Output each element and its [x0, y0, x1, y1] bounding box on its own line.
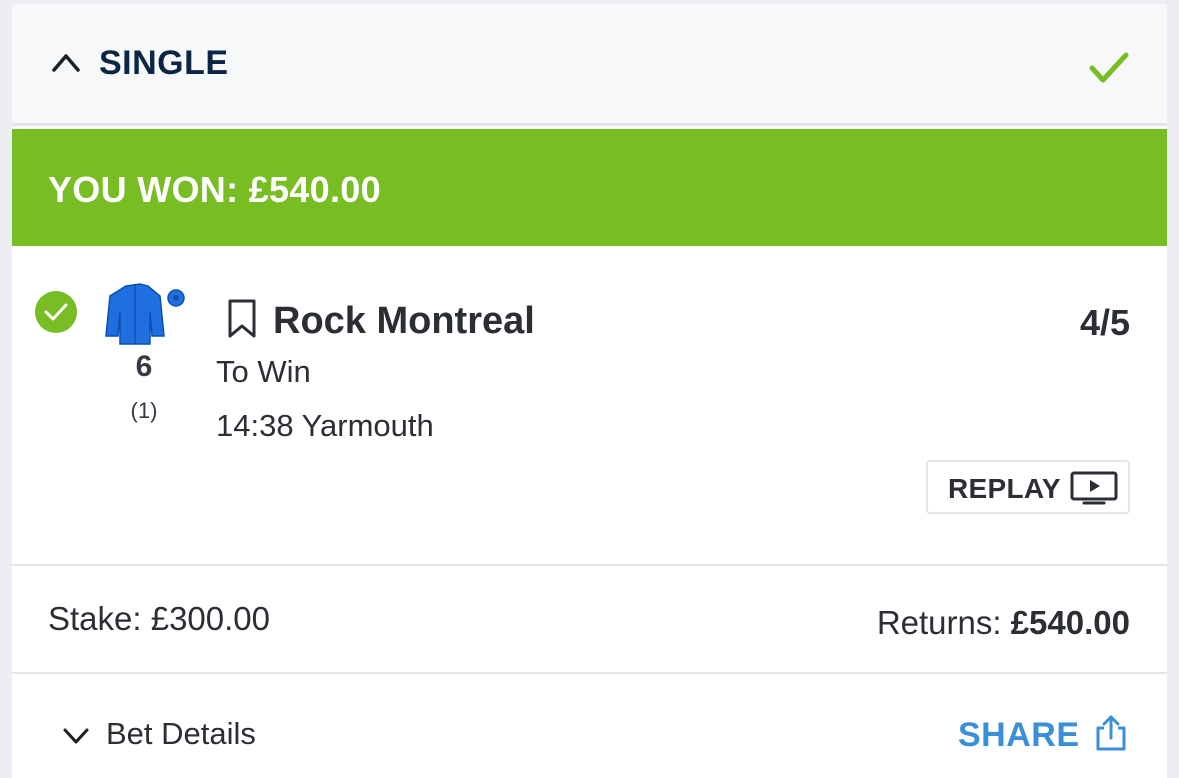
won-amount-text: YOU WON: £540.00 [48, 169, 381, 210]
returns-label: Returns: [876, 604, 1002, 641]
stake-text: Stake: £300.00 [48, 600, 271, 637]
selection-row: 6 (1) Rock Montreal 4/5 To Win 14:38 Yar… [12, 246, 1167, 566]
bet-details-toggle[interactable]: Bet Details [106, 716, 256, 752]
bet-card: SINGLE YOU WON: £540.00 6 (1) Rock Montr… [12, 4, 1167, 778]
chevron-down-icon[interactable] [62, 726, 90, 746]
chevron-up-icon[interactable] [50, 50, 82, 74]
check-icon [1089, 52, 1129, 83]
odds: 4/5 [1079, 302, 1130, 343]
horse-name: Rock Montreal [273, 300, 535, 342]
bookmark-icon[interactable] [224, 298, 260, 340]
replay-button[interactable]: REPLAY [926, 460, 1130, 514]
tv-play-icon [1070, 471, 1118, 505]
bet-type-title: SINGLE [99, 44, 229, 82]
market-name: To Win [216, 354, 311, 389]
won-banner: YOU WON: £540.00 [12, 129, 1167, 246]
bet-footer: Bet Details SHARE [12, 674, 1167, 778]
stake-returns-row: Stake: £300.00 Returns: £540.00 [12, 566, 1167, 672]
winner-check-icon [35, 291, 77, 333]
returns-text: Returns: £540.00 [877, 604, 1130, 642]
event-name: 14:38 Yarmouth [216, 408, 434, 443]
bet-header[interactable]: SINGLE [12, 4, 1167, 126]
returns-value: £540.00 [1010, 604, 1130, 641]
jockey-silks-icon [105, 283, 185, 345]
replay-label: REPLAY [948, 473, 1061, 504]
share-icon[interactable] [1094, 714, 1128, 752]
stall-draw: (1) [130, 398, 158, 423]
runner-number: 6 [135, 350, 153, 383]
share-button[interactable]: SHARE [958, 716, 1080, 755]
